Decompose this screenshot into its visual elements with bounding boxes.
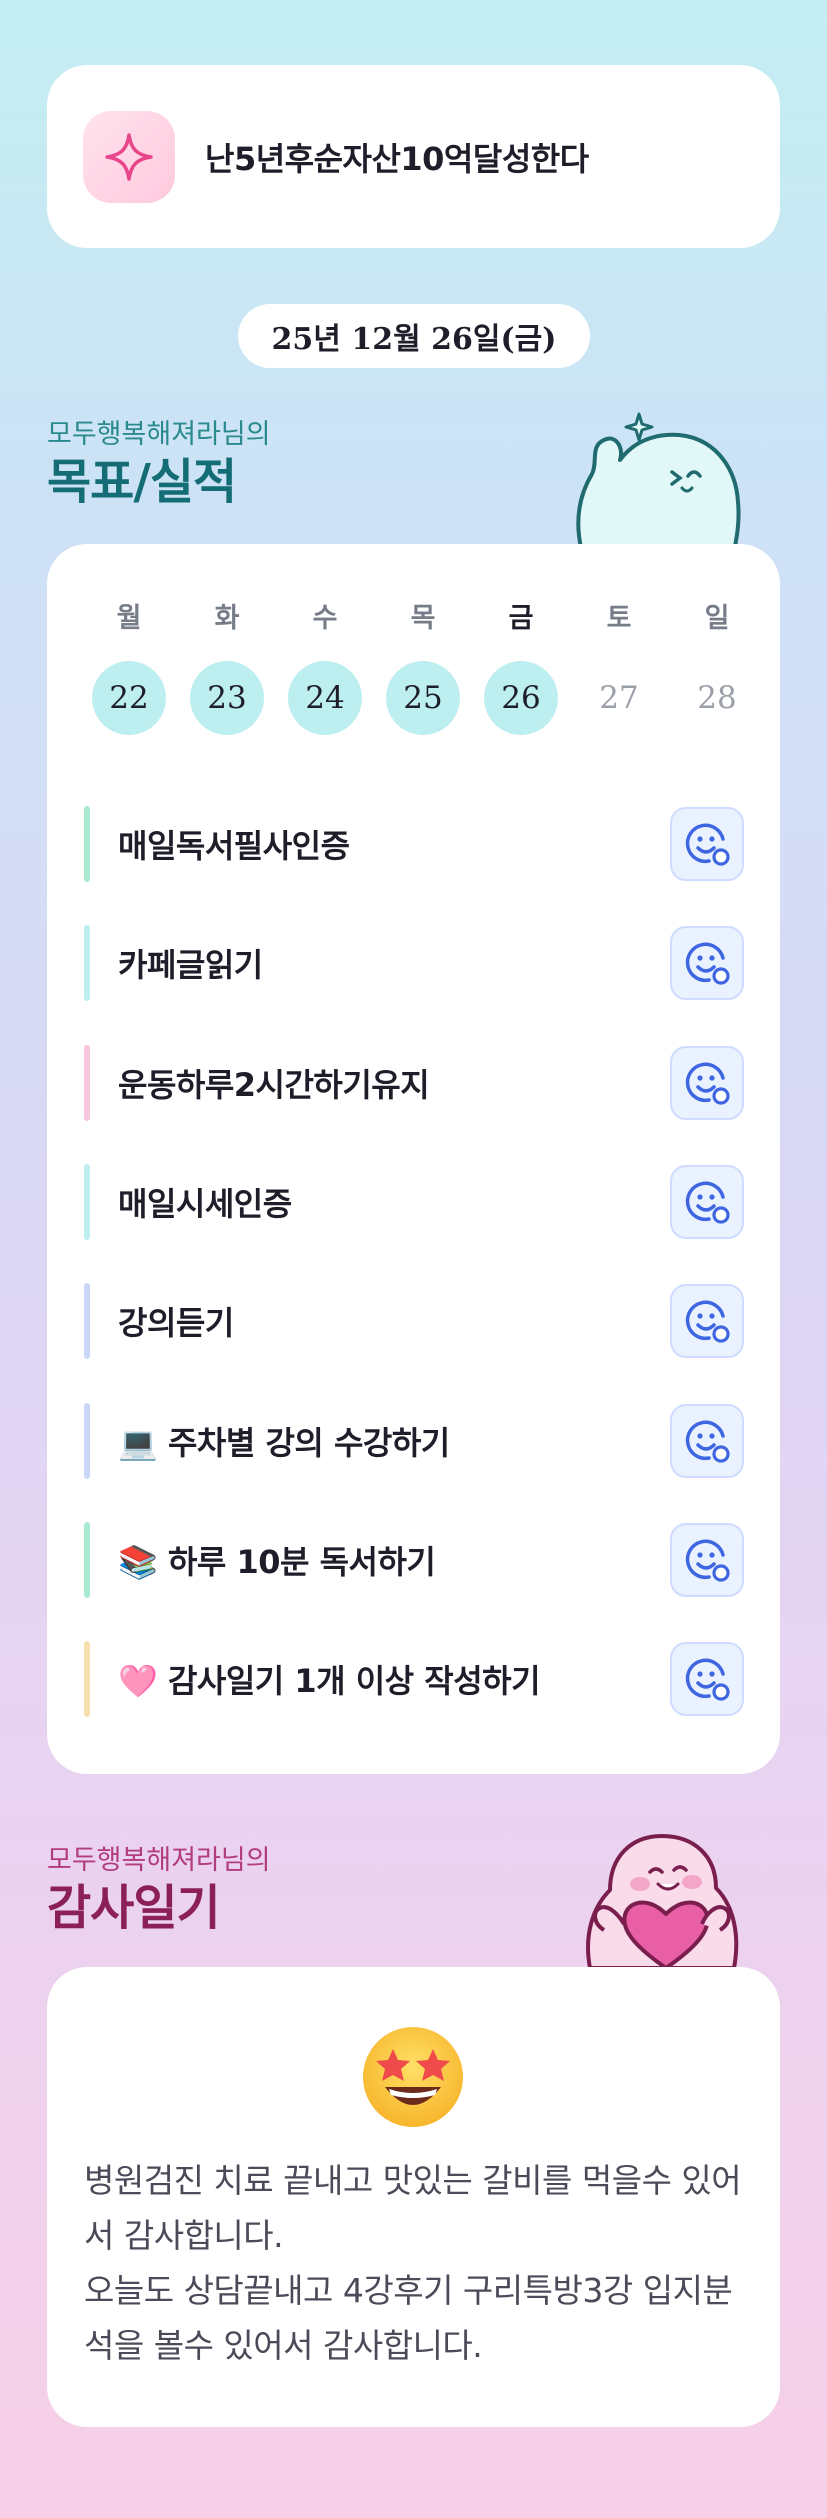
task-check-button[interactable] [670, 1404, 744, 1478]
date-22[interactable]: 22 [92, 661, 166, 735]
weekday-wed: 수 [312, 603, 338, 634]
gratitude-line-2: 오늘도 상담끝내고 4강후기 구리특방3강 입지분석을 볼수 있어서 감사합니다… [84, 2271, 733, 2365]
weekday-tue: 화 [214, 603, 240, 634]
star-struck-emoji-icon [363, 2027, 463, 2127]
task-label: 매일시세인증 [118, 1185, 292, 1223]
mascot-waving-icon [576, 412, 741, 552]
task-label: 카페글읽기 [118, 946, 263, 984]
weekday-sun: 일 [704, 603, 730, 634]
goals-card: 월 화 수 목 금 토 일 22 23 24 25 26 27 28 매일독서필… [47, 544, 780, 1774]
date-28[interactable]: 28 [680, 661, 754, 735]
task-check-button[interactable] [670, 1046, 744, 1120]
smiley-clock-icon [685, 1420, 730, 1463]
smiley-clock-icon [685, 942, 730, 985]
task-label: 매일독서필사인증 [118, 827, 350, 865]
task-label: 💻 주차별 강의 수강하기 [118, 1424, 450, 1462]
task-label: 강의듣기 [118, 1304, 234, 1342]
smiley-clock-icon [685, 1062, 730, 1105]
gratitude-section-title: 감사일기 [47, 1880, 221, 1936]
task-check-button[interactable] [670, 807, 744, 881]
gratitude-text: 병원검진 치료 끝내고 맛있는 갈비를 먹을수 있어서 감사합니다. 오늘도 상… [84, 2153, 754, 2373]
smiley-clock-icon [685, 1300, 730, 1343]
gratitude-card: 병원검진 치료 끝내고 맛있는 갈비를 먹을수 있어서 감사합니다. 오늘도 상… [47, 1967, 780, 2427]
date-27[interactable]: 27 [582, 661, 656, 735]
task-color-bar [84, 1403, 90, 1479]
smiley-clock-icon [685, 1181, 730, 1224]
task-row[interactable]: 📚 하루 10분 독서하기 [84, 1522, 744, 1598]
task-color-bar [84, 1641, 90, 1717]
task-color-bar [84, 1283, 90, 1359]
task-check-button[interactable] [670, 1284, 744, 1358]
task-label: 운동하루2시간하기유지 [118, 1066, 430, 1104]
date-24[interactable]: 24 [288, 661, 362, 735]
task-color-bar [84, 1045, 90, 1121]
task-check-button[interactable] [670, 1523, 744, 1597]
date-23[interactable]: 23 [190, 661, 264, 735]
task-row[interactable]: 💻 주차별 강의 수강하기 [84, 1403, 744, 1479]
smiley-clock-icon [685, 1658, 730, 1701]
mascot-heart-icon [586, 1834, 739, 1968]
smiley-clock-icon [685, 1539, 730, 1582]
date-26-selected[interactable]: 26 [484, 661, 558, 735]
task-color-bar [84, 1164, 90, 1240]
task-color-bar [84, 1522, 90, 1598]
weekday-sat: 토 [606, 603, 632, 634]
task-color-bar [84, 925, 90, 1001]
weekday-mon: 월 [116, 603, 142, 634]
task-row[interactable]: 매일독서필사인증 [84, 806, 744, 882]
date-row: 22 23 24 25 26 27 28 [80, 661, 766, 735]
task-check-button[interactable] [670, 1642, 744, 1716]
sparkle-icon [83, 110, 175, 203]
goals-section-title: 목표/실적 [47, 454, 237, 510]
task-label: 🩷 감사일기 1개 이상 작성하기 [118, 1662, 541, 1700]
task-row[interactable]: 강의듣기 [84, 1283, 744, 1359]
date-label[interactable]: 25년 12월 26일(금) [238, 304, 590, 368]
task-row[interactable]: 🩷 감사일기 1개 이상 작성하기 [84, 1641, 744, 1717]
task-color-bar [84, 806, 90, 882]
weekday-row: 월 화 수 목 금 토 일 [80, 596, 766, 635]
task-row[interactable]: 카페글읽기 [84, 925, 744, 1001]
gratitude-line-1: 병원검진 치료 끝내고 맛있는 갈비를 먹을수 있어서 감사합니다. [84, 2161, 742, 2255]
task-label: 📚 하루 10분 독서하기 [118, 1543, 436, 1581]
goal-text: 난5년후순자산10억달성한다 [205, 139, 589, 178]
goal-card[interactable]: 난5년후순자산10억달성한다 [47, 65, 780, 248]
weekday-fri: 금 [508, 603, 534, 634]
task-row[interactable]: 매일시세인증 [84, 1164, 744, 1240]
weekday-thu: 목 [410, 603, 436, 634]
task-row[interactable]: 운동하루2시간하기유지 [84, 1045, 744, 1121]
task-check-button[interactable] [670, 1165, 744, 1239]
smiley-clock-icon [685, 823, 730, 866]
task-check-button[interactable] [670, 926, 744, 1000]
date-25[interactable]: 25 [386, 661, 460, 735]
